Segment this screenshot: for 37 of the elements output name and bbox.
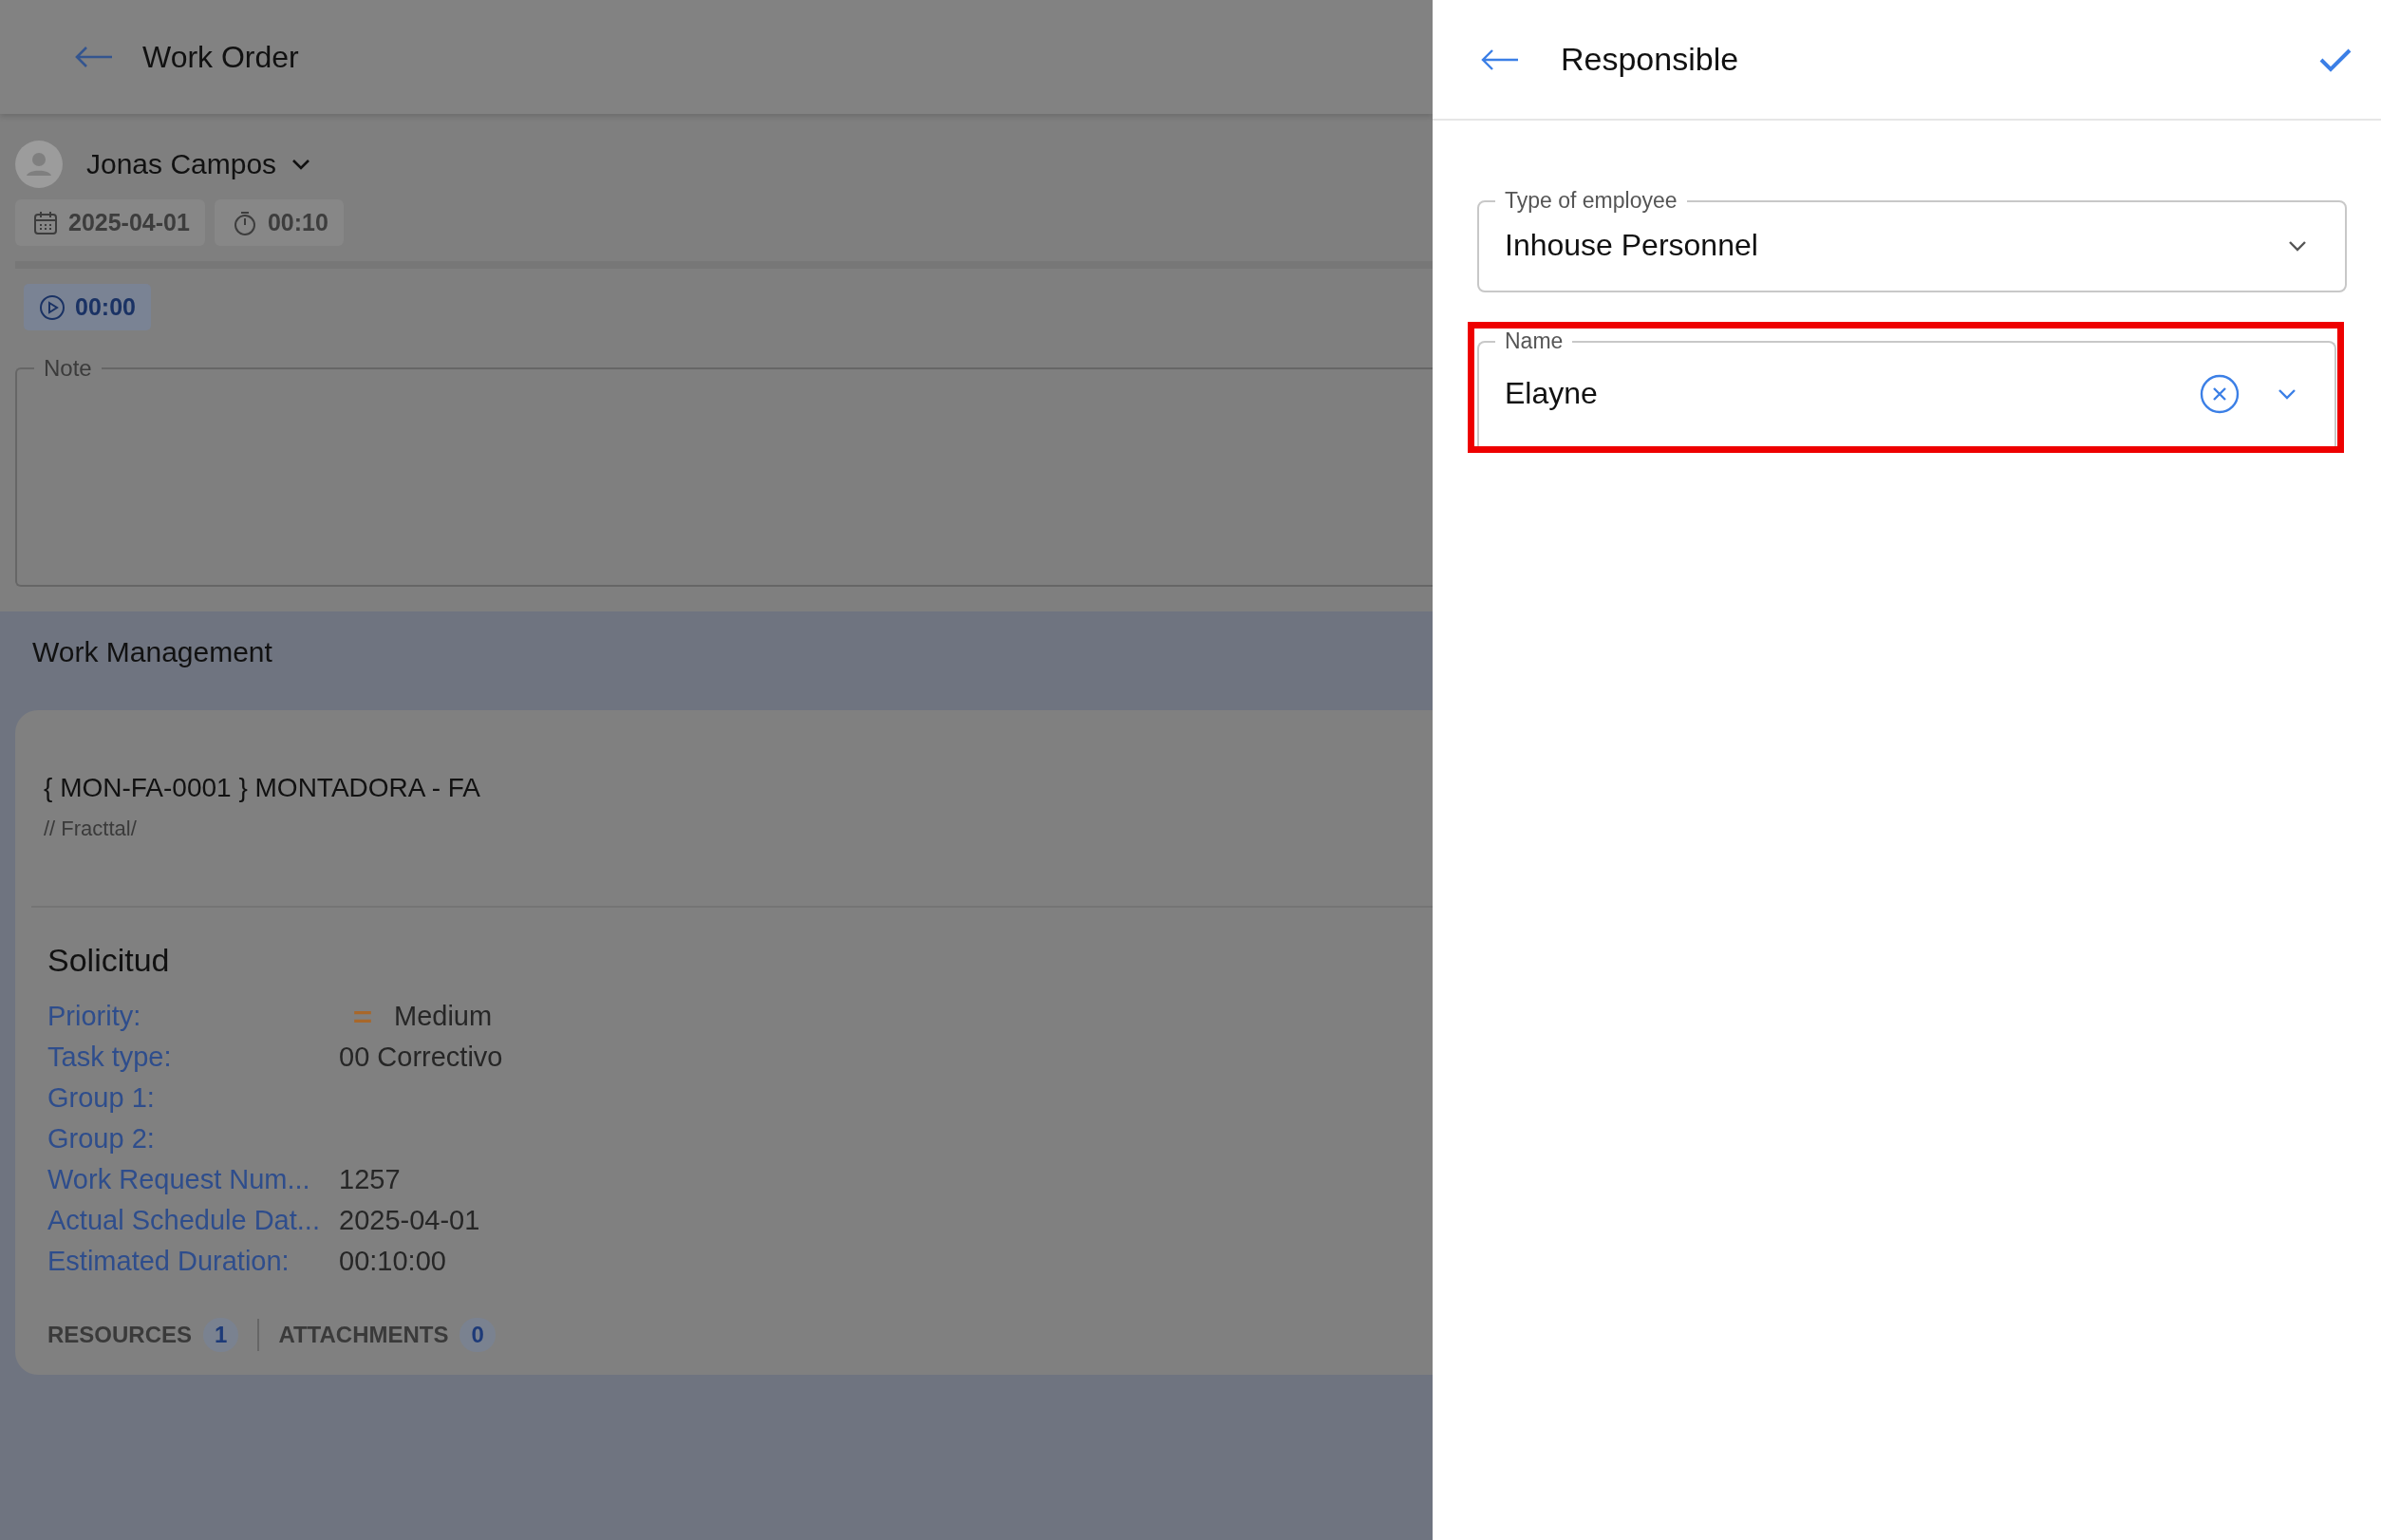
field-label: Priority: [47,1000,142,1033]
clear-icon[interactable] [2200,373,2240,414]
count-badge: 0 [459,1318,496,1352]
field-label: Actual Schedule Dat... [47,1204,321,1237]
count-badge: 1 [203,1318,239,1352]
priority-icon [352,1009,373,1024]
calendar-icon [32,209,59,236]
back-arrow-icon[interactable] [74,46,114,68]
asset-title: { MON-FA-0001 } MONTADORA - FA [44,773,482,803]
chevron-down-icon[interactable] [2278,387,2297,400]
field-label: Task type: [47,1041,173,1074]
field-label: Work Request Num... [47,1163,311,1196]
section-title: Work Management [32,636,273,668]
info-chip: 2025-04-01 [15,199,205,246]
field-value: 2025-04-01 [339,1204,480,1237]
field-value: 00:10:00 [339,1245,446,1278]
field-value: 1257 [339,1163,401,1196]
timer-button[interactable]: 00:00 [24,284,151,330]
info-chip: 00:10 [214,199,344,246]
back-arrow-icon[interactable] [1480,47,1520,71]
chevron-down-icon[interactable] [2288,239,2307,252]
tab[interactable]: ATTACHMENTS 0 [278,1318,496,1352]
field-value: 00 Correctivo [339,1041,503,1074]
page-title: Work Order [142,39,299,75]
panel-title: Responsible [1561,41,1740,78]
user-name[interactable]: Jonas Campos [86,148,277,180]
select-field[interactable]: Type of employee Inhouse Personnel [1477,188,2347,292]
asset-path: // Fracttal/ [44,817,138,841]
field-label: Group 2: [47,1122,156,1155]
request-title: Solicitud [47,942,171,979]
avatar-icon [15,141,63,188]
tab[interactable]: RESOURCES 1 [47,1318,239,1352]
field-value: Medium [394,1000,493,1033]
field-label: Group 1: [47,1081,156,1115]
field-label: Estimated Duration: [47,1245,291,1278]
chevron-down-icon[interactable] [291,159,311,170]
play-icon [39,293,66,321]
